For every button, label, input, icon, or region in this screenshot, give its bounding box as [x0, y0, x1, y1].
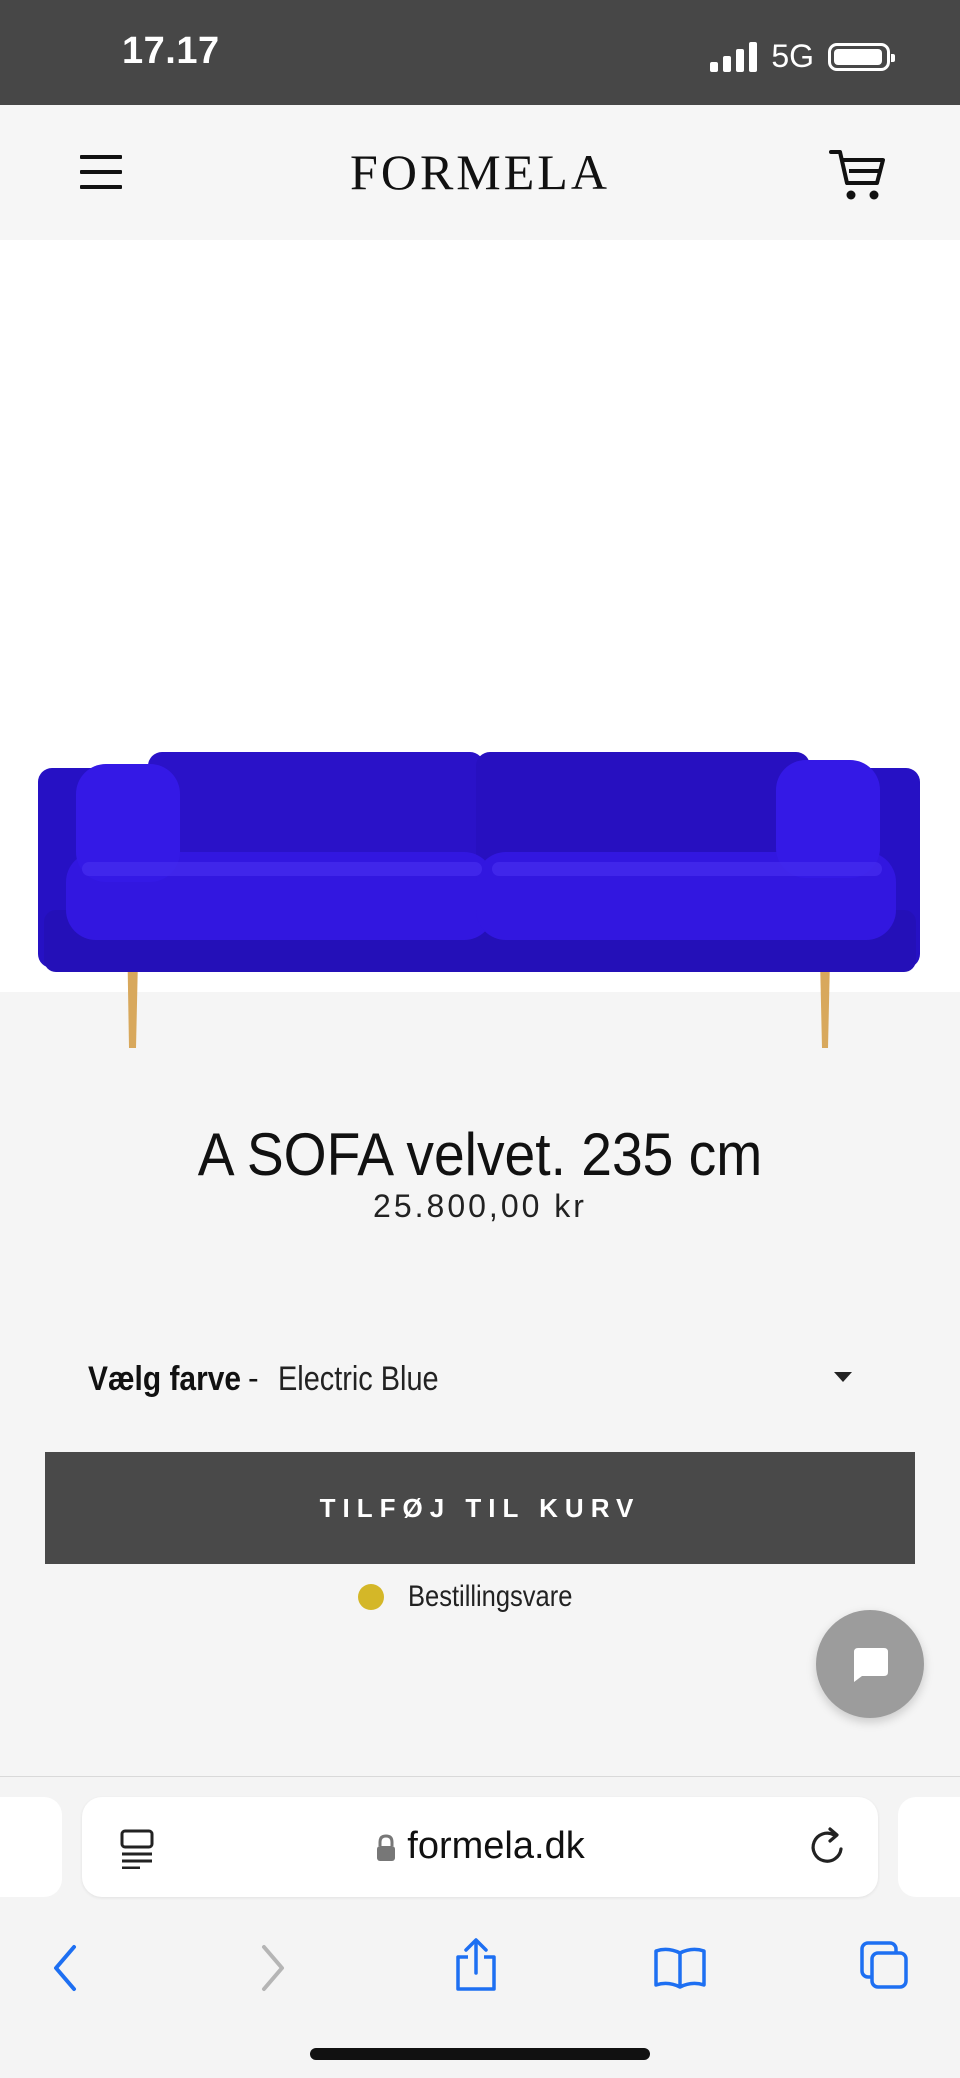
- tabs-icon[interactable]: [858, 1939, 910, 1991]
- shopping-cart-icon[interactable]: [828, 145, 888, 205]
- back-icon[interactable]: [48, 1943, 82, 1993]
- browser-toolbar: [0, 1917, 960, 2017]
- stock-status-text: Bestillingsvare: [408, 1580, 573, 1613]
- lock-icon: [377, 1834, 396, 1861]
- brand-logo[interactable]: FORMELA: [0, 143, 960, 201]
- status-bar: 17.17 5G: [0, 0, 960, 105]
- add-to-cart-button[interactable]: TILFØJ TIL KURV: [45, 1452, 915, 1564]
- url-text[interactable]: formela.dk: [407, 1825, 584, 1867]
- sofa-product-image[interactable]: [30, 500, 930, 1060]
- status-time: 17.17: [122, 30, 220, 72]
- chevron-down-icon[interactable]: [834, 1372, 852, 1382]
- next-tab-preview[interactable]: [898, 1797, 960, 1897]
- forward-icon[interactable]: [256, 1943, 290, 1993]
- product-image-area: [0, 240, 960, 1048]
- status-indicators: 5G: [710, 38, 895, 75]
- chat-bubble-icon: [854, 1648, 888, 1682]
- product-title: A SOFA velvet. 235 cm: [197, 1121, 763, 1189]
- stock-status: Bestillingsvare: [0, 1580, 960, 1614]
- home-indicator: [310, 2048, 650, 2060]
- address-bar[interactable]: formela.dk: [82, 1797, 878, 1897]
- chat-button[interactable]: [816, 1610, 924, 1718]
- battery-icon: [828, 42, 895, 71]
- color-select[interactable]: Vælg farve - Electric Blue: [88, 1360, 868, 1410]
- network-type: 5G: [771, 38, 814, 74]
- product-price: 25.800,00 kr: [373, 1188, 587, 1224]
- share-icon[interactable]: [452, 1937, 500, 1993]
- reload-icon[interactable]: [808, 1825, 848, 1867]
- site-header: FORMELA: [0, 105, 960, 240]
- bookmarks-icon[interactable]: [652, 1945, 708, 1991]
- color-select-label: Vælg farve: [88, 1360, 241, 1398]
- color-selected-value[interactable]: Electric Blue: [278, 1360, 439, 1399]
- signal-strength-icon: [710, 41, 758, 72]
- color-separator: -: [248, 1360, 259, 1396]
- url-container[interactable]: formela.dk: [82, 1825, 878, 1868]
- browser-bar: formela.dk: [0, 1776, 960, 2078]
- stock-status-dot-icon: [358, 1584, 385, 1610]
- previous-tab-preview[interactable]: [0, 1797, 62, 1897]
